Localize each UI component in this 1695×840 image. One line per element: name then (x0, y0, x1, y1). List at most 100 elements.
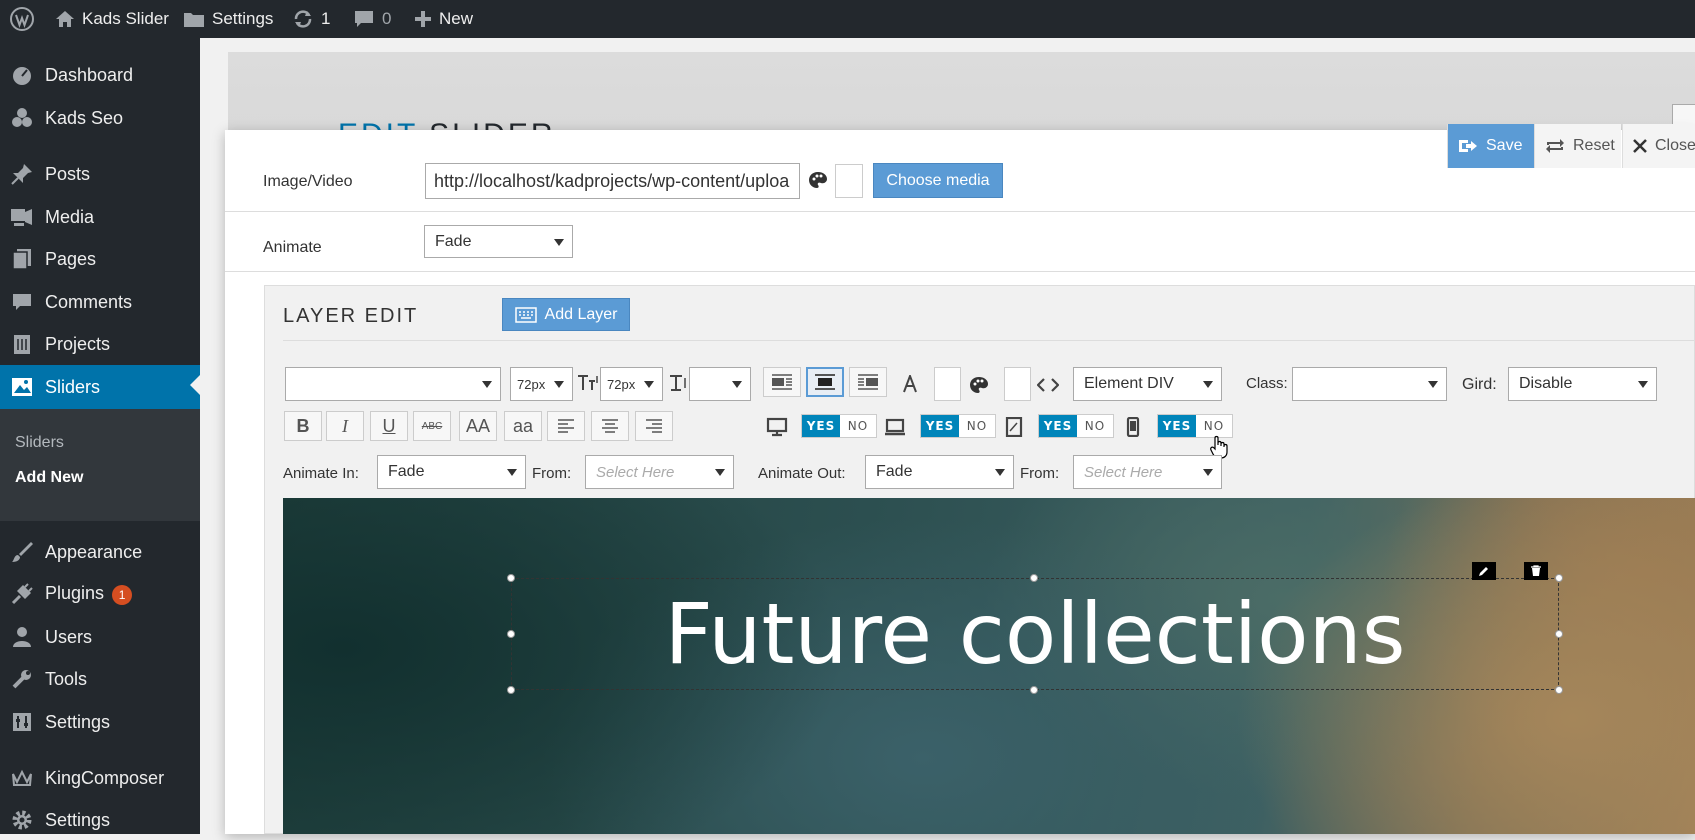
sidebar-item-comments[interactable]: Comments (0, 282, 200, 322)
close-button[interactable]: Close (1622, 124, 1695, 168)
code-icon[interactable] (1036, 373, 1060, 397)
italic-button[interactable]: I (326, 411, 364, 441)
add-layer-button[interactable]: Add Layer (502, 298, 630, 331)
laptop-visibility-toggle[interactable]: YES NO (920, 414, 996, 438)
sidebar-item-sliders[interactable]: Sliders (0, 365, 200, 409)
chevron-down-icon (1203, 469, 1213, 476)
sidebar-item-settings-2[interactable]: Settings (0, 800, 200, 840)
class-select[interactable] (1292, 367, 1447, 401)
grid-select-value: Disable (1519, 375, 1573, 392)
sidebar-item-plugins[interactable]: Plugins 1 (0, 574, 200, 614)
tablet-visibility-toggle[interactable]: YES NO (1038, 414, 1114, 438)
sidebar-item-label: Projects (45, 333, 111, 354)
animate-in-from-select[interactable]: Select Here (585, 455, 734, 489)
bold-button[interactable]: B (284, 411, 322, 441)
animate-select[interactable]: Fade (424, 225, 573, 258)
submenu-item-add-new[interactable]: Add New (15, 469, 83, 487)
resize-handle[interactable] (1030, 574, 1038, 582)
updates-count: 1 (321, 9, 331, 28)
media-icon (10, 206, 34, 228)
toggle-no: NO (1077, 415, 1113, 437)
font-family-select[interactable] (285, 367, 501, 401)
save-button[interactable]: Save (1447, 124, 1534, 168)
resize-handle[interactable] (1030, 686, 1038, 694)
align-top-button[interactable] (763, 367, 801, 397)
align-right-button[interactable] (635, 411, 673, 441)
text-color-swatch[interactable] (934, 367, 961, 401)
layer-text[interactable]: Future collections (511, 578, 1559, 690)
from-label: From: (532, 465, 572, 482)
animate-out-from-select[interactable]: Select Here (1073, 455, 1222, 489)
settings-label: Settings (212, 9, 274, 28)
align-center-button[interactable] (591, 411, 629, 441)
sidebar-item-label: Sliders (45, 376, 101, 397)
align-right-icon (645, 419, 663, 433)
site-name-link[interactable]: Kads Slider (55, 0, 169, 38)
gear-icon (10, 809, 34, 831)
align-bottom-button[interactable] (849, 367, 887, 397)
animate-out-select[interactable]: Fade (865, 455, 1014, 489)
animate-in-select[interactable]: Fade (377, 455, 526, 489)
submenu-item-sliders[interactable]: Sliders (15, 434, 64, 452)
reset-icon (1545, 138, 1565, 154)
sidebar-item-posts[interactable]: Posts (0, 154, 200, 194)
resize-handle[interactable] (507, 686, 515, 694)
resize-handle[interactable] (1555, 630, 1563, 638)
font-size-select[interactable]: 72px (510, 367, 573, 401)
animate-in-value: Fade (388, 463, 425, 480)
new-link[interactable]: New (414, 0, 473, 38)
from-label-2: From: (1020, 465, 1060, 482)
letter-spacing-select[interactable] (689, 367, 751, 401)
sliders-icon (10, 376, 34, 398)
edit-layer-button[interactable] (1472, 562, 1496, 580)
color-palette-icon[interactable] (808, 170, 828, 190)
uppercase-button[interactable]: AA (459, 411, 497, 441)
reset-label: Reset (1573, 137, 1615, 154)
resize-handle[interactable] (507, 630, 515, 638)
wordpress-logo-icon[interactable] (10, 0, 34, 38)
resize-handle[interactable] (507, 574, 515, 582)
delete-layer-button[interactable] (1524, 562, 1548, 580)
comments-link[interactable]: 0 (353, 0, 391, 38)
background-color-swatch[interactable] (1004, 367, 1031, 401)
sidebar-item-dashboard[interactable]: Dashboard (0, 55, 200, 95)
animate-select-value: Fade (435, 232, 472, 250)
chevron-down-icon (554, 381, 564, 388)
color-palette-icon[interactable] (967, 373, 991, 397)
mobile-icon (1122, 416, 1144, 438)
sidebar-item-users[interactable]: Users (0, 617, 200, 657)
sidebar-item-pages[interactable]: Pages (0, 239, 200, 279)
updates-link[interactable]: 1 (292, 0, 330, 38)
sidebar-item-label: Dashboard (45, 64, 134, 85)
sidebar-item-settings[interactable]: Settings (0, 702, 200, 742)
desktop-visibility-toggle[interactable]: YES NO (801, 414, 877, 438)
choose-media-button[interactable]: Choose media (873, 163, 1003, 198)
line-height-select[interactable]: 72px (600, 367, 663, 401)
underline-button[interactable]: U (370, 411, 408, 441)
resize-handle[interactable] (1555, 574, 1563, 582)
sidebar-item-kads-seo[interactable]: Kads Seo (0, 98, 200, 138)
align-middle-button[interactable] (806, 367, 844, 397)
laptop-icon (884, 416, 906, 438)
sidebar-item-media[interactable]: Media (0, 197, 200, 237)
sidebar-item-tools[interactable]: Tools (0, 659, 200, 699)
line-height-value: 72px (607, 376, 636, 392)
toggle-yes: YES (1158, 415, 1196, 437)
grid-select[interactable]: Disable (1508, 367, 1657, 401)
color-swatch[interactable] (835, 164, 863, 198)
sidebar-item-projects[interactable]: Projects (0, 324, 200, 364)
resize-handle[interactable] (1555, 686, 1563, 694)
divider (225, 271, 1695, 272)
toggle-yes: YES (1039, 415, 1077, 437)
strikethrough-button[interactable]: ABC (413, 411, 451, 441)
animate-label: Animate (263, 239, 322, 256)
image-url-input[interactable]: http://localhost/kadprojects/wp-content/… (425, 163, 800, 199)
settings-link[interactable]: Settings (183, 0, 273, 38)
element-type-select[interactable]: Element DIV (1073, 367, 1222, 401)
reset-button[interactable]: Reset (1534, 124, 1621, 168)
sidebar-item-appearance[interactable]: Appearance (0, 532, 200, 572)
sidebar-item-kingcomposer[interactable]: KingComposer (0, 758, 200, 798)
lowercase-button[interactable]: aa (504, 411, 542, 441)
sidebar-item-label: Posts (45, 163, 91, 184)
align-left-button[interactable] (547, 411, 585, 441)
